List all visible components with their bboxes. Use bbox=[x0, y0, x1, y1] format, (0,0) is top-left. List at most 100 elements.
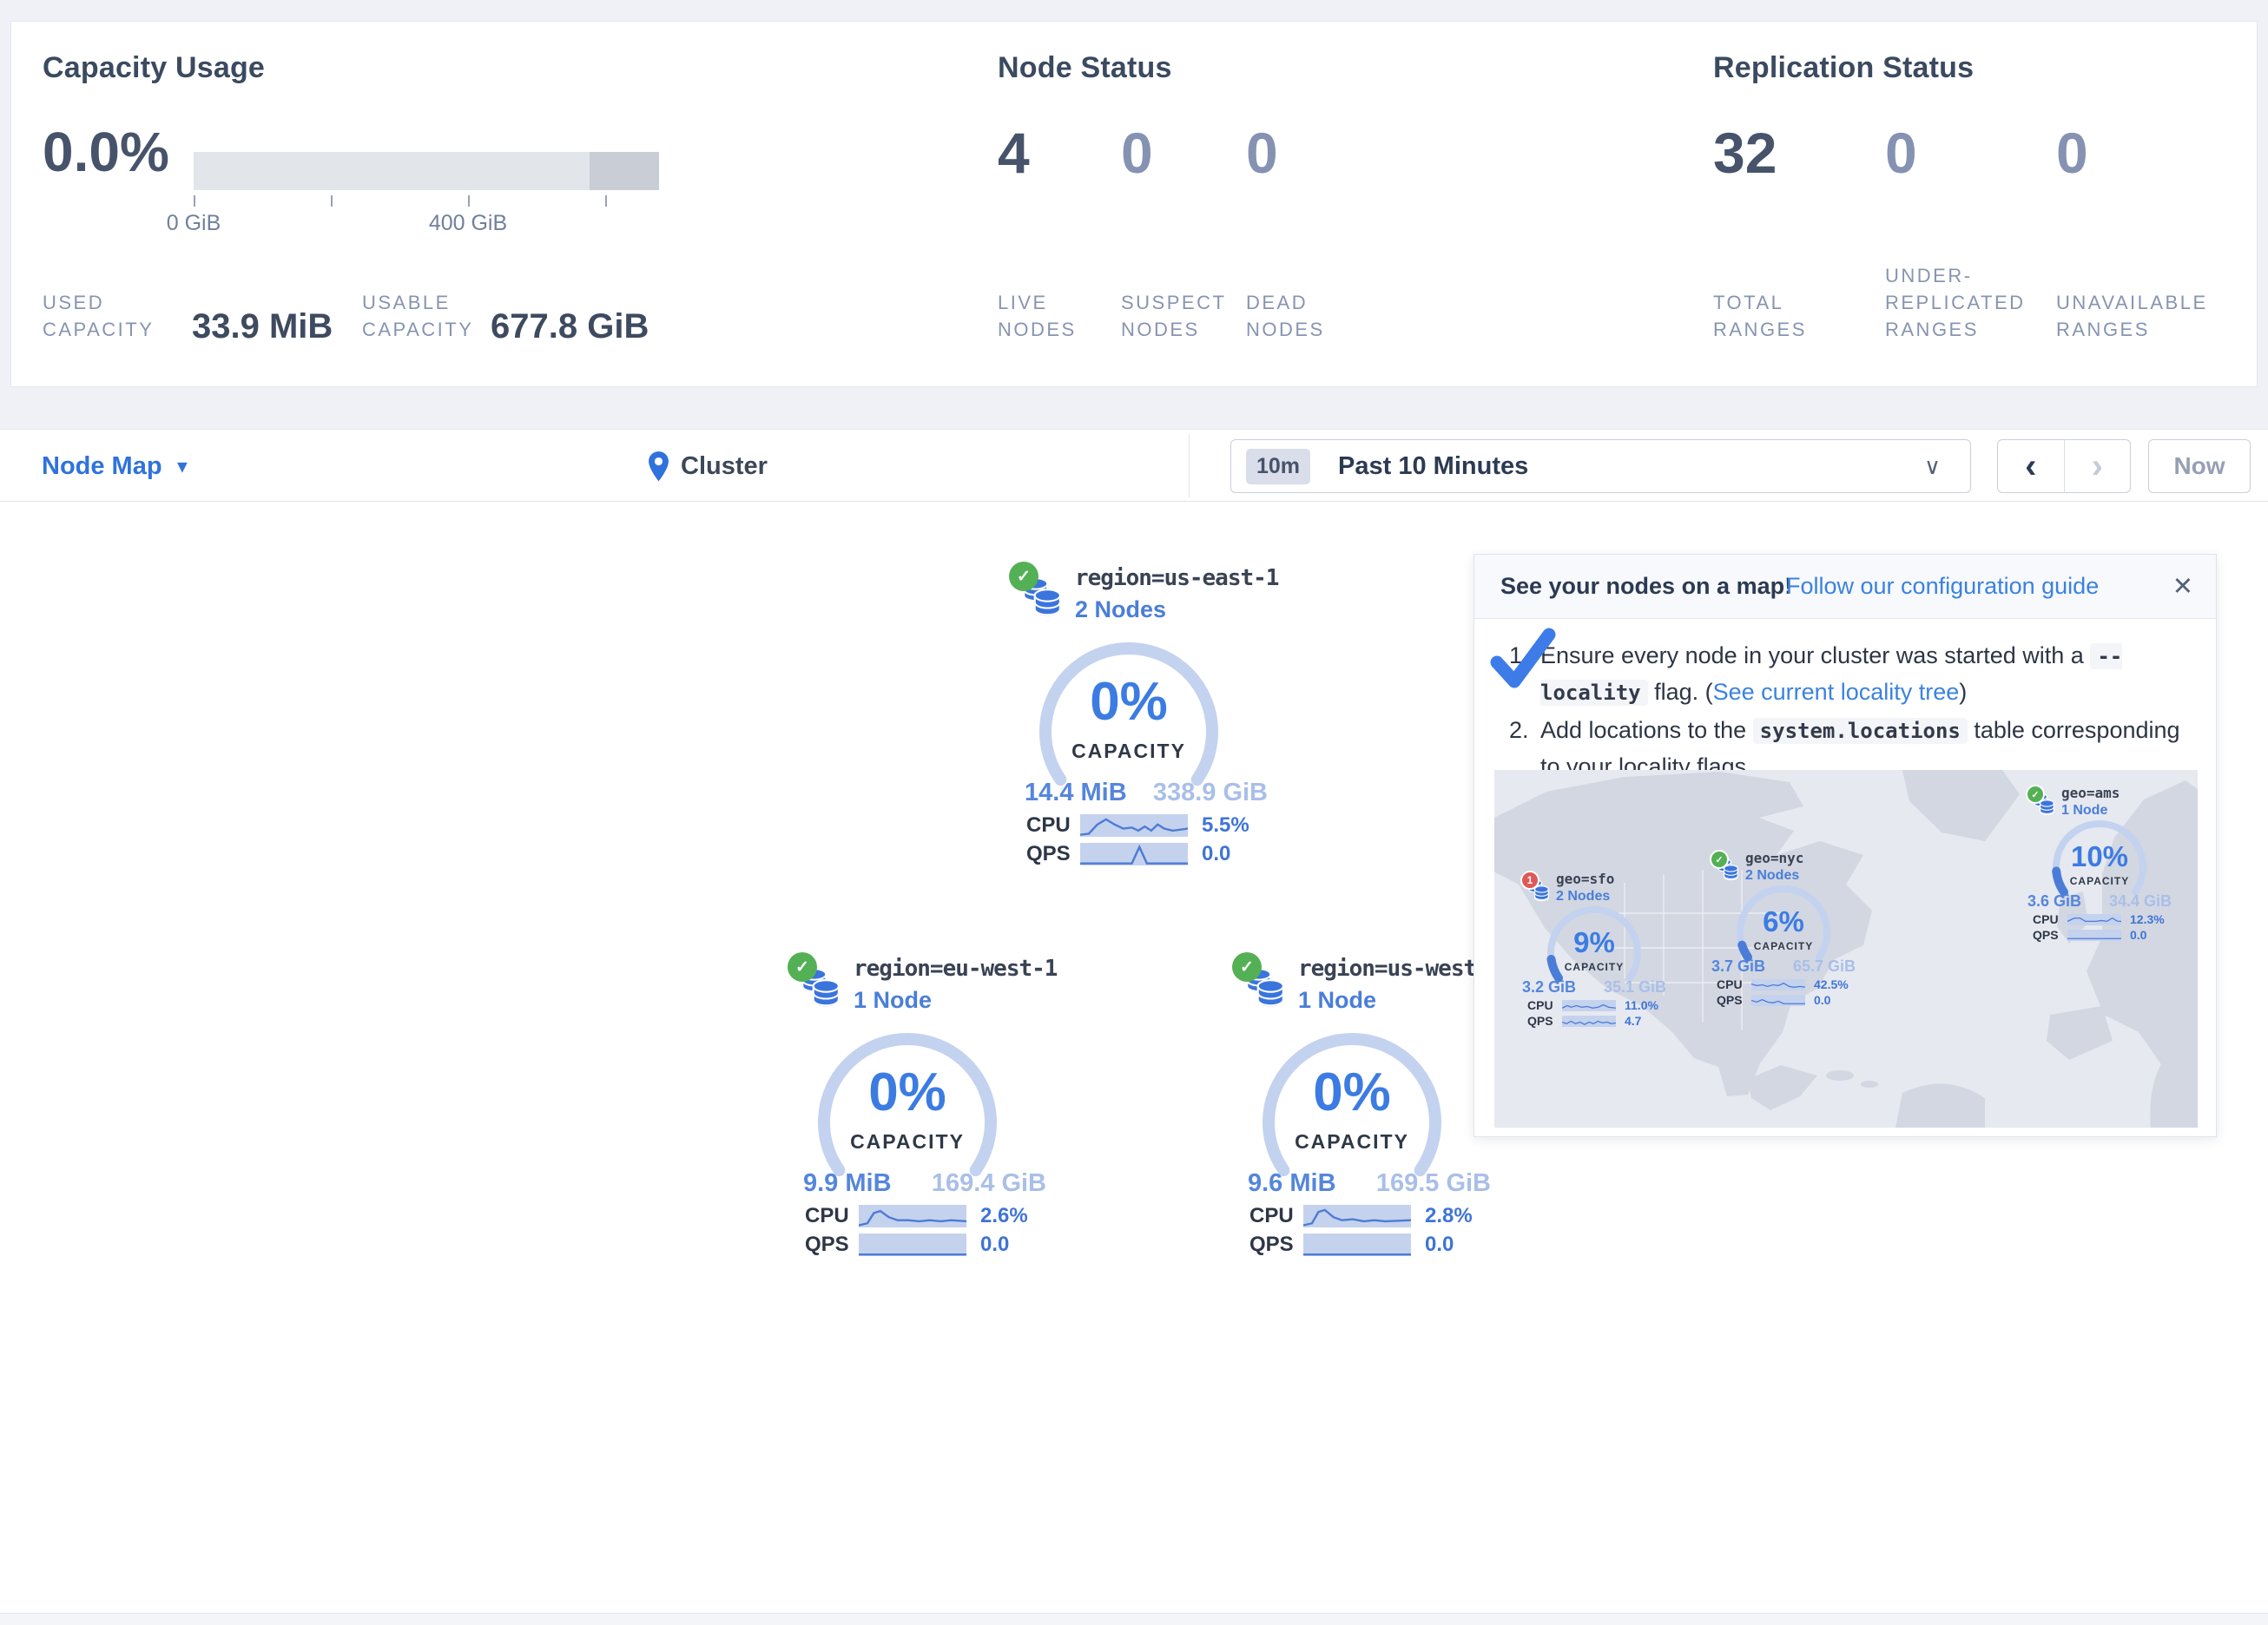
locality-name: geo=nyc bbox=[1745, 850, 1803, 866]
qps-sparkline bbox=[859, 1234, 966, 1256]
cpu-value: 12.3% bbox=[2130, 912, 2165, 926]
capacity-gauge-percent: 9% bbox=[1542, 926, 1646, 959]
qps-sparkline bbox=[2067, 930, 2121, 941]
capacity-values: 9.9 MiB 169.4 GiB bbox=[803, 1169, 1046, 1198]
cpu-value: 5.5% bbox=[1202, 813, 1249, 838]
used-value: 3.7 GiB bbox=[1711, 957, 1765, 976]
region-node-count-link[interactable]: 1 Node bbox=[854, 987, 932, 1014]
cpu-value: 2.6% bbox=[980, 1204, 1028, 1228]
region-group-eu-west-1[interactable]: ✓ region=eu-west-1 1 Node 0% CAPACITY 9.… bbox=[786, 951, 1064, 1265]
qps-value: 4.7 bbox=[1625, 1014, 1641, 1028]
qps-value: 0.0 bbox=[980, 1233, 1009, 1257]
page-footer-strip bbox=[0, 1613, 2268, 1625]
qps-row: QPS 0.0 bbox=[1026, 842, 1230, 866]
capacity-gauge-percent: 0% bbox=[1256, 1062, 1447, 1123]
capacity-gauge-caption: CAPACITY bbox=[812, 1130, 1003, 1154]
view-toolbar: Node Map ▾ Cluster 10m Past 10 Minutes ∨… bbox=[0, 429, 2268, 502]
view-selector-label: Node Map bbox=[42, 452, 162, 481]
time-range-label: Past 10 Minutes bbox=[1338, 452, 1528, 481]
chevron-down-icon: ∨ bbox=[1924, 453, 1941, 480]
under-replicated-count: 0 bbox=[1885, 124, 1917, 181]
node-status-title: Node Status bbox=[998, 51, 1172, 85]
configuration-guide-link[interactable]: Follow our configuration guide bbox=[1786, 573, 2099, 600]
time-step-back-button[interactable]: ‹ bbox=[1998, 440, 2065, 492]
qps-sparkline bbox=[1303, 1234, 1411, 1256]
cpu-value: 42.5% bbox=[1814, 977, 1849, 991]
region-group-us-west-1[interactable]: ✓ region=us-west-1 1 Node 0% CAPACITY 9.… bbox=[1230, 951, 1508, 1265]
time-step-forward-button[interactable]: › bbox=[2065, 440, 2131, 492]
healthy-check-icon: ✓ bbox=[1009, 562, 1038, 591]
locality-name: geo=sfo bbox=[1556, 871, 1614, 887]
cpu-value: 11.0% bbox=[1625, 998, 1658, 1012]
qps-label: QPS bbox=[1249, 1233, 1303, 1257]
total-value: 338.9 GiB bbox=[1153, 779, 1268, 807]
qps-label: QPS bbox=[1026, 842, 1080, 866]
live-nodes-label: LIVE NODES bbox=[998, 289, 1102, 343]
qps-row: QPS 0.0 bbox=[2033, 928, 2146, 942]
capacity-axis-tick-0: 0 GiB bbox=[142, 211, 246, 236]
capacity-values: 14.4 MiB 338.9 GiB bbox=[1025, 779, 1268, 807]
total-value: 35.1 GiB bbox=[1604, 978, 1666, 997]
time-step-controls: ‹ › bbox=[1997, 439, 2131, 493]
locality-name: geo=ams bbox=[2061, 785, 2120, 801]
total-value: 169.5 GiB bbox=[1376, 1169, 1491, 1198]
qps-sparkline bbox=[1080, 843, 1188, 865]
time-range-dropdown[interactable]: 10m Past 10 Minutes ∨ bbox=[1230, 439, 1971, 493]
region-name: region=eu-west-1 bbox=[854, 956, 1057, 982]
example-node-map: 1 geo=sfo 2 Nodes 9% CAPACITY 3.2 GiB 35… bbox=[1494, 770, 2198, 1128]
under-replicated-label: UNDER-REPLICATED RANGES bbox=[1885, 262, 2046, 343]
region-node-count-link[interactable]: 1 Node bbox=[1298, 987, 1376, 1014]
toolbar-divider bbox=[1189, 435, 1190, 497]
locality-tree-link[interactable]: See current locality tree bbox=[1713, 679, 1960, 705]
capacity-gauge-percent: 6% bbox=[1731, 905, 1836, 938]
cpu-sparkline bbox=[1751, 979, 1805, 990]
qps-row: QPS 4.7 bbox=[1527, 1014, 1641, 1028]
breadcrumb[interactable]: Cluster bbox=[647, 430, 768, 503]
instruction-step-1: 1. Ensure every node in your cluster was… bbox=[1509, 638, 2192, 711]
live-nodes-count: 4 bbox=[998, 124, 1030, 181]
cpu-sparkline bbox=[1562, 1000, 1616, 1011]
used-value: 3.2 GiB bbox=[1522, 978, 1576, 997]
cpu-row: CPU 5.5% bbox=[1026, 813, 1249, 838]
qps-sparkline bbox=[1751, 995, 1805, 1006]
used-capacity-value: 33.9 MiB bbox=[192, 307, 333, 346]
suspect-nodes-label: SUSPECT NODES bbox=[1121, 289, 1243, 343]
system-locations-code: system.locations bbox=[1753, 718, 1968, 744]
close-icon[interactable]: ✕ bbox=[2172, 571, 2193, 602]
qps-row: QPS 0.0 bbox=[805, 1233, 1009, 1257]
usable-capacity-value: 677.8 GiB bbox=[491, 307, 649, 346]
cpu-label: CPU bbox=[1026, 813, 1080, 838]
cpu-row: CPU 2.8% bbox=[1249, 1204, 1473, 1228]
capacity-usage-bar bbox=[194, 152, 659, 190]
capacity-usage-percent: 0.0% bbox=[43, 124, 169, 180]
total-value: 34.4 GiB bbox=[2109, 892, 2172, 911]
region-group-us-east-1[interactable]: ✓ region=us-east-1 2 Nodes 0% CAPACITY 1… bbox=[1007, 560, 1285, 874]
qps-label: QPS bbox=[805, 1233, 859, 1257]
popup-title: See your nodes on a map! bbox=[1500, 573, 1792, 600]
nodes-on-map-popup: See your nodes on a map! Follow our conf… bbox=[1474, 554, 2217, 1137]
dead-nodes-label: DEAD NODES bbox=[1246, 289, 1350, 343]
capacity-gauge-percent: 0% bbox=[812, 1062, 1003, 1123]
capacity-gauge-caption: CAPACITY bbox=[1731, 940, 1836, 952]
usable-capacity-label: USABLE CAPACITY bbox=[362, 289, 510, 343]
capacity-gauge-caption: CAPACITY bbox=[1033, 740, 1224, 763]
suspect-nodes-count: 0 bbox=[1121, 124, 1153, 181]
cpu-row: CPU 42.5% bbox=[1717, 977, 1849, 991]
alert-count-badge: 1 bbox=[1520, 871, 1539, 890]
capacity-gauge-caption: CAPACITY bbox=[1542, 961, 1646, 973]
now-button[interactable]: Now bbox=[2148, 439, 2251, 493]
qps-value: 0.0 bbox=[1425, 1233, 1454, 1257]
view-selector-dropdown[interactable]: Node Map ▾ bbox=[42, 430, 187, 503]
capacity-gauge-caption: CAPACITY bbox=[1256, 1130, 1447, 1154]
capacity-gauge-percent: 10% bbox=[2047, 840, 2152, 873]
healthy-check-icon: ✓ bbox=[1710, 850, 1729, 869]
popup-instructions: 1. Ensure every node in your cluster was… bbox=[1509, 638, 2192, 786]
dead-nodes-count: 0 bbox=[1246, 124, 1278, 181]
unavailable-ranges-count: 0 bbox=[2056, 124, 2088, 181]
capacity-reserved-segment bbox=[590, 152, 659, 190]
region-name: region=us-east-1 bbox=[1075, 565, 1278, 591]
qps-row: QPS 0.0 bbox=[1249, 1233, 1454, 1257]
total-value: 65.7 GiB bbox=[1793, 957, 1856, 976]
cpu-sparkline bbox=[1080, 814, 1188, 837]
region-node-count-link[interactable]: 2 Nodes bbox=[1075, 596, 1166, 623]
